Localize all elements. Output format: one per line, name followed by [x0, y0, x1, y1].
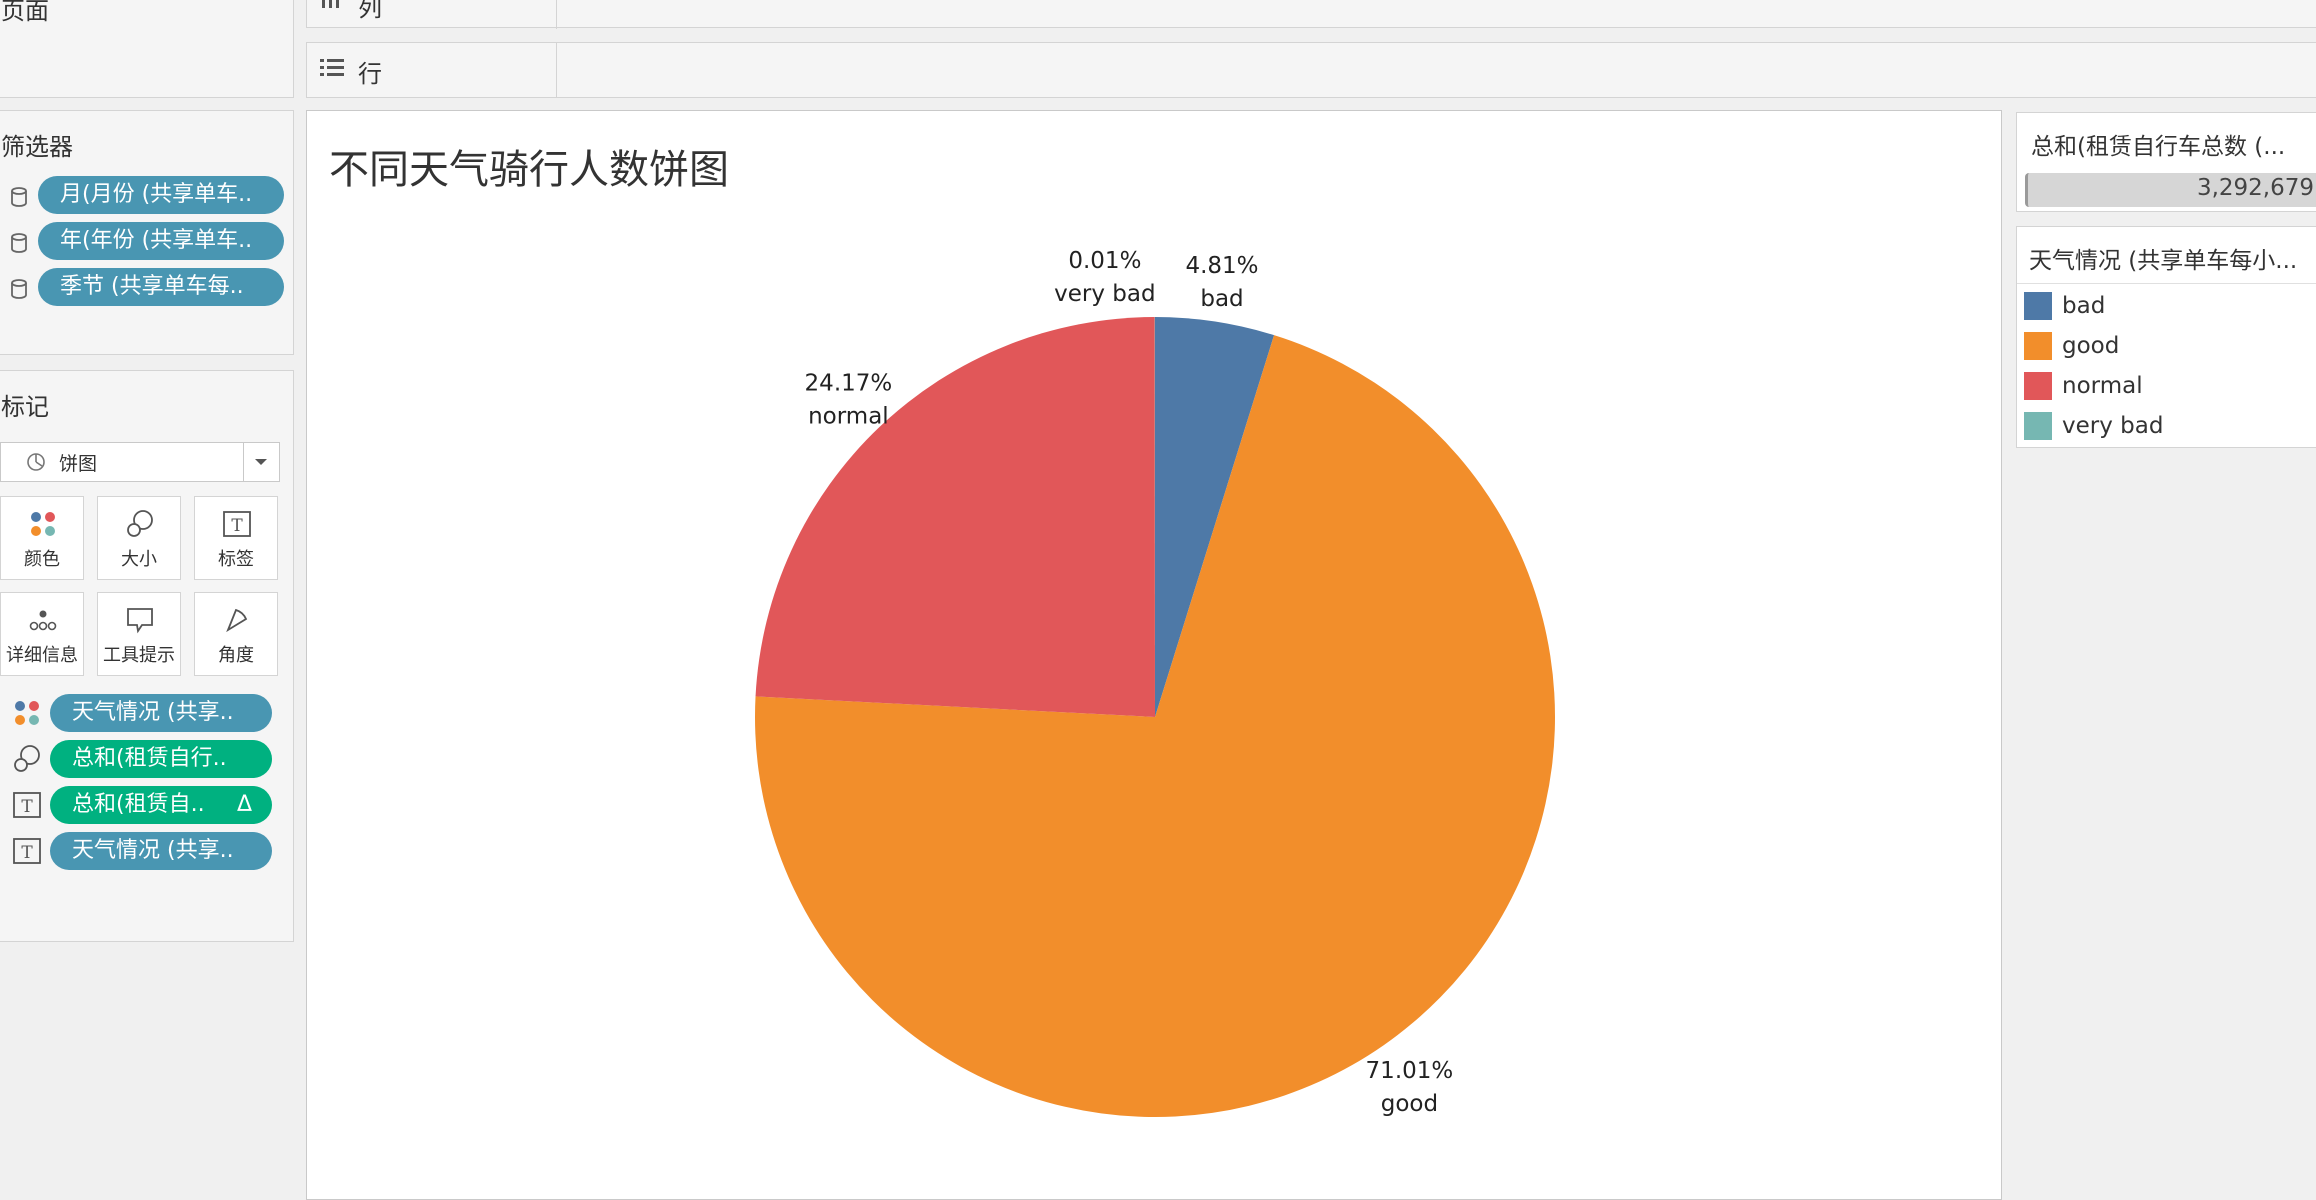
- legend-label-good: good: [2062, 330, 2119, 362]
- legend-label-very-bad: very bad: [2062, 410, 2163, 442]
- legend-swatch-bad: [2024, 292, 2052, 320]
- color-legend-card: 天气情况 (共享单车每小...: [2016, 226, 2316, 448]
- legend-label-normal: normal: [2062, 370, 2143, 402]
- legend-label-bad: bad: [2062, 290, 2105, 322]
- pie-category-label: bad: [1200, 286, 1243, 312]
- legend-swatch-good: [2024, 332, 2052, 360]
- legend-swatch-very-bad: [2024, 412, 2052, 440]
- pie-category-label: good: [1381, 1091, 1438, 1117]
- pie-chart[interactable]: 4.81% bad 71.01% good 24.17% normal 0.01% very …: [0, 0, 2316, 1190]
- size-legend-bar: 3,292,679: [2025, 173, 2316, 207]
- size-legend-value: 3,292,679: [2197, 175, 2314, 201]
- pie-category-label: very bad: [1054, 281, 1155, 307]
- pie-value-label: 4.81%: [1185, 253, 1258, 279]
- legend-title-divider: [2017, 283, 2316, 284]
- color-legend-title: 天气情况 (共享单车每小...: [2029, 241, 2297, 275]
- size-legend-card: 总和(租赁自行车总数 (... 3,292,679: [2016, 112, 2316, 212]
- legend-swatch-normal: [2024, 372, 2052, 400]
- pie-category-label: normal: [808, 403, 889, 429]
- pie-value-label: 24.17%: [805, 370, 893, 396]
- size-legend-title: 总和(租赁自行车总数 (...: [2031, 127, 2285, 161]
- pie-value-label: 71.01%: [1366, 1058, 1454, 1084]
- pie-value-label: 0.01%: [1068, 248, 1141, 274]
